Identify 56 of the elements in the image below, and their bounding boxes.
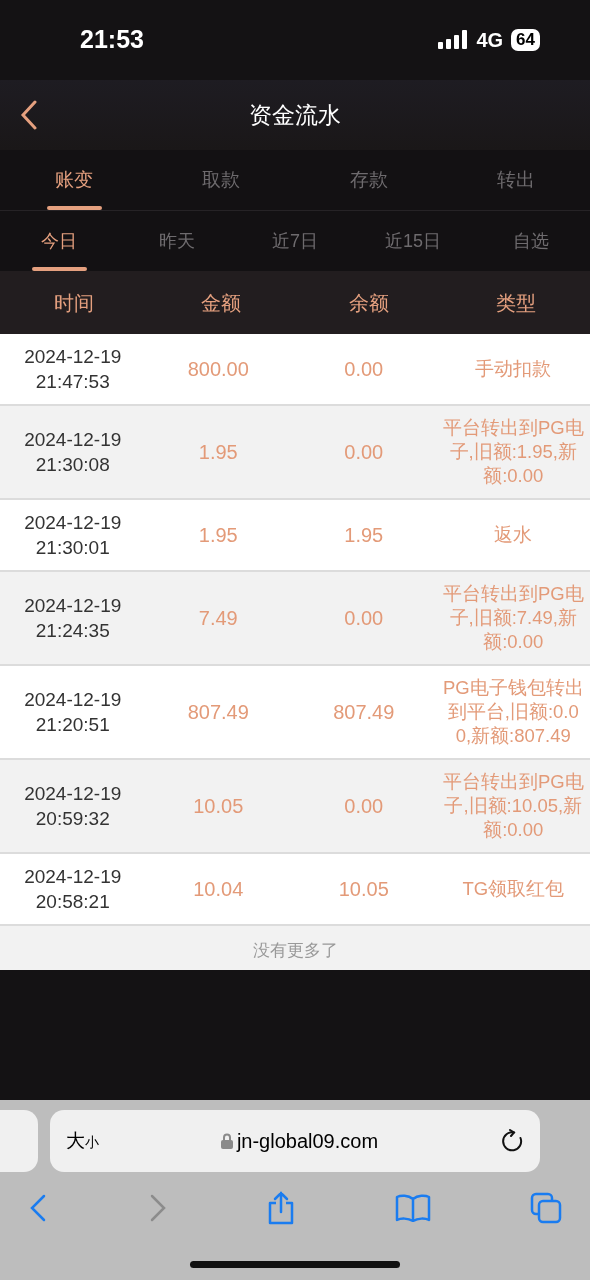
battery-level: 64 <box>511 29 540 51</box>
amount-cell-text: 1.95 <box>197 523 239 548</box>
balance-cell-text: 0.00 <box>343 440 385 465</box>
text-size-button[interactable]: 大小 <box>66 1126 99 1156</box>
balance-cell-text: 0.00 <box>343 794 385 819</box>
time-cell-text: 2024-12-19 20:59:32 <box>23 782 123 831</box>
type-cell-text: TG领取红包 <box>461 877 566 901</box>
url-text: jn-global09.com <box>236 1129 379 1154</box>
column-header: 类型 <box>495 290 538 316</box>
time-cell-text: 2024-12-19 21:47:53 <box>23 345 123 394</box>
time-cell-text: 2024-12-19 21:24:35 <box>23 594 123 643</box>
type-cell-text: 平台转出到PG电子,旧额:1.95,新额:0.00 <box>441 416 585 488</box>
amount-cell-text: 1.95 <box>197 440 239 465</box>
tab[interactable]: 取款 <box>147 150 295 210</box>
tabs-button[interactable] <box>530 1192 562 1224</box>
amount-cell-text: 10.05 <box>192 794 245 819</box>
reload-button[interactable] <box>500 1128 524 1154</box>
lock-icon <box>220 1133 233 1149</box>
previous-tab-card[interactable] <box>0 1110 38 1172</box>
balance-cell-text: 1.95 <box>343 523 385 548</box>
balance-cell-text: 0.00 <box>343 357 385 382</box>
signal-icon <box>438 30 469 50</box>
network-label: 4G <box>476 28 504 53</box>
time-cell-text: 2024-12-19 21:30:08 <box>23 428 123 477</box>
clock: 21:53 <box>80 24 144 56</box>
type-cell-text: 手动扣款 <box>474 357 553 381</box>
tab[interactable]: 存款 <box>295 150 443 210</box>
share-button[interactable] <box>267 1191 295 1225</box>
amount-cell-text: 800.00 <box>186 357 250 382</box>
amount-cell-text: 10.04 <box>192 877 245 902</box>
time-cell-text: 2024-12-19 21:30:01 <box>23 511 123 560</box>
type-cell-text: 返水 <box>493 523 534 547</box>
address-bar[interactable]: 大小 jn-global09.com <box>50 1110 540 1172</box>
column-header: 金额 <box>200 290 243 316</box>
balance-cell-text: 10.05 <box>337 877 390 902</box>
tab[interactable]: 账变 <box>0 150 148 210</box>
type-cell-text: 平台转出到PG电子,旧额:7.49,新额:0.00 <box>441 582 585 654</box>
period-tab[interactable]: 今日 <box>0 211 118 271</box>
time-cell-text: 2024-12-19 21:20:51 <box>23 688 123 737</box>
end-of-list-text: 没有更多了 <box>252 941 338 960</box>
balance-cell-text: 807.49 <box>332 700 396 725</box>
column-header: 余额 <box>347 290 390 316</box>
period-tab[interactable]: 昨天 <box>118 211 236 271</box>
type-cell-text: 平台转出到PG电子,旧额:10.05,新额:0.00 <box>441 770 585 842</box>
amount-cell-text: 807.49 <box>186 700 250 725</box>
column-header: 时间 <box>52 290 95 316</box>
period-tab[interactable]: 自选 <box>472 211 590 271</box>
period-tab[interactable]: 近15日 <box>354 211 472 271</box>
amount-cell-text: 7.49 <box>197 606 239 631</box>
type-cell-text: PG电子钱包转出到平台,旧额:0.00,新额:807.49 <box>441 676 585 748</box>
tab[interactable]: 转出 <box>442 150 590 210</box>
balance-cell-text: 0.00 <box>343 606 385 631</box>
time-cell-text: 2024-12-19 20:58:21 <box>23 865 123 914</box>
page-title: 资金流水 <box>249 100 341 130</box>
bookmarks-button[interactable] <box>394 1194 431 1222</box>
period-tab[interactable]: 近7日 <box>236 211 354 271</box>
